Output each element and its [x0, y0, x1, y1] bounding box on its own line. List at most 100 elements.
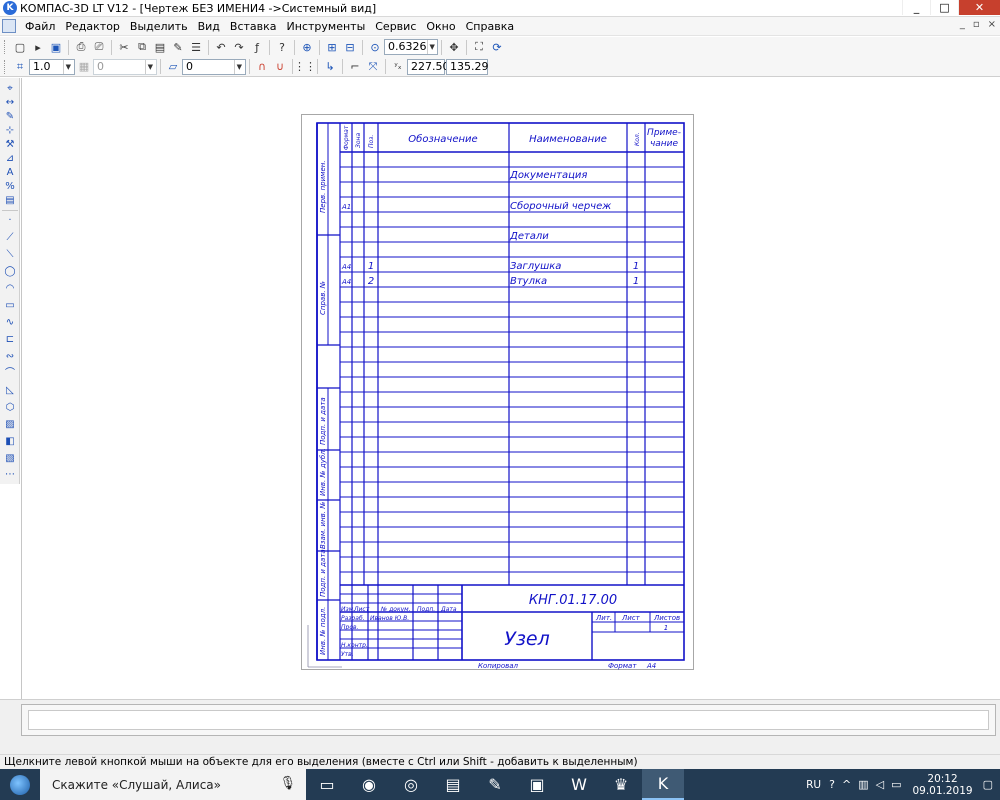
variables-icon[interactable]: ƒ: [249, 39, 265, 55]
local-cs-icon[interactable]: ↳: [322, 59, 338, 75]
search-box[interactable]: Скажите «Слушай, Алиса» 🎙: [40, 769, 306, 800]
point-icon[interactable]: ·: [3, 214, 17, 227]
network-icon[interactable]: ▥: [858, 778, 868, 791]
editing-panel-icon[interactable]: ⊹: [3, 124, 17, 137]
measure-panel-icon[interactable]: ⊿: [3, 152, 17, 165]
polyline-icon[interactable]: ⊏: [3, 333, 17, 346]
menu-file[interactable]: Файл: [20, 20, 60, 33]
file-explorer-icon[interactable]: ▤: [432, 769, 474, 800]
style-field[interactable]: 0 ▼: [182, 58, 246, 75]
help-pointer-icon[interactable]: ?: [274, 39, 290, 55]
start-button[interactable]: [0, 769, 40, 800]
menu-editor[interactable]: Редактор: [60, 20, 125, 33]
menu-service[interactable]: Сервис: [370, 20, 421, 33]
pan-icon[interactable]: ✥: [446, 39, 462, 55]
symbols-panel-icon[interactable]: ✎: [3, 110, 17, 123]
scale-icon[interactable]: ⌗: [12, 59, 28, 75]
selection-panel-icon[interactable]: A: [3, 166, 17, 179]
coord-x-field[interactable]: 227.50: [407, 58, 450, 75]
paint-icon[interactable]: ✎: [474, 769, 516, 800]
document-icon[interactable]: [2, 19, 16, 33]
microphone-icon[interactable]: 🎙: [279, 776, 296, 791]
menu-select[interactable]: Выделить: [125, 20, 193, 33]
save-icon[interactable]: ▣: [48, 39, 64, 55]
emblem-app-icon[interactable]: ♛: [600, 769, 642, 800]
discord-icon[interactable]: ◎: [390, 769, 432, 800]
notifications-icon[interactable]: ▢: [983, 778, 993, 791]
spec-panel-icon[interactable]: %: [3, 180, 17, 193]
chevron-down-icon[interactable]: ▼: [144, 59, 153, 74]
clock[interactable]: 20:12 09.01.2019: [912, 773, 972, 797]
parametrization-panel-icon[interactable]: ⚒: [3, 138, 17, 151]
ortho-mode-icon[interactable]: ⌐: [347, 59, 363, 75]
close-button[interactable]: ✕: [958, 0, 1000, 15]
keyboard-icon[interactable]: ▭: [891, 778, 901, 791]
network-app-icon[interactable]: ▣: [516, 769, 558, 800]
parameters-field[interactable]: [28, 710, 989, 730]
redo-icon[interactable]: ↷: [231, 39, 247, 55]
circle-icon[interactable]: ◯: [3, 265, 17, 278]
local-snap-icon[interactable]: ∪: [272, 59, 288, 75]
menu-window[interactable]: Окно: [421, 20, 460, 33]
undo-icon[interactable]: ↶: [213, 39, 229, 55]
more-tools-icon[interactable]: ⋯: [3, 468, 17, 481]
volume-icon[interactable]: ◁: [876, 778, 884, 791]
zoom-in-icon[interactable]: ⊞: [324, 39, 340, 55]
menu-insert[interactable]: Вставка: [225, 20, 282, 33]
zoom-window-icon[interactable]: ⊕: [299, 39, 315, 55]
chevron-up-icon[interactable]: ^: [842, 778, 851, 791]
print-preview-icon[interactable]: ⎙: [73, 39, 89, 55]
contour-icon[interactable]: ▧: [3, 452, 17, 465]
format-painter-icon[interactable]: ✎: [170, 39, 186, 55]
curve-icon[interactable]: ∾: [3, 350, 17, 363]
toolbar-grip[interactable]: [4, 40, 7, 54]
report-panel-icon[interactable]: ▤: [3, 194, 17, 207]
rectangle-icon[interactable]: ▭: [3, 299, 17, 312]
print-icon[interactable]: ⎚: [91, 39, 107, 55]
refresh-icon[interactable]: ⟳: [489, 39, 505, 55]
zoom-out-icon[interactable]: ⊟: [342, 39, 358, 55]
coord-y-field[interactable]: 135.29: [446, 58, 489, 75]
layer-field[interactable]: 0 ▼: [93, 58, 157, 75]
polygon-icon[interactable]: ⬡: [3, 401, 17, 414]
properties-icon[interactable]: ☰: [188, 39, 204, 55]
language-indicator[interactable]: RU: [806, 779, 821, 791]
kompas-taskbar-icon[interactable]: K: [642, 769, 684, 800]
chrome-icon[interactable]: ◉: [348, 769, 390, 800]
hatch-icon[interactable]: ▨: [3, 418, 17, 431]
fillet-icon[interactable]: ⌒: [3, 367, 17, 380]
menu-help[interactable]: Справка: [461, 20, 519, 33]
style-icon[interactable]: ▱: [165, 59, 181, 75]
maximize-button[interactable]: □: [930, 0, 958, 15]
task-view-icon[interactable]: ▭: [306, 769, 348, 800]
zoom-scale-icon[interactable]: ⊙: [367, 39, 383, 55]
fill-icon[interactable]: ◧: [3, 435, 17, 448]
chevron-down-icon[interactable]: ▼: [233, 59, 242, 74]
layer-icon[interactable]: ▦: [76, 59, 92, 75]
show-all-icon[interactable]: ⛶: [471, 39, 487, 55]
chamfer-icon[interactable]: ◺: [3, 384, 17, 397]
cut-icon[interactable]: ✂: [116, 39, 132, 55]
chevron-down-icon[interactable]: ▼: [62, 59, 71, 74]
copy-icon[interactable]: ⧉: [134, 39, 150, 55]
zoom-value-field[interactable]: 0.6326 ▼: [384, 39, 438, 55]
arc-icon[interactable]: ◠: [3, 282, 17, 295]
new-file-icon[interactable]: ▢: [12, 39, 28, 55]
menu-view[interactable]: Вид: [193, 20, 225, 33]
mdi-minimize-button[interactable]: _: [960, 19, 965, 30]
parametric-mode-icon[interactable]: ⤧: [365, 59, 381, 75]
mdi-restore-button[interactable]: ▫: [973, 19, 980, 30]
magnet-icon[interactable]: ∩: [254, 59, 270, 75]
spline-icon[interactable]: ∿: [3, 316, 17, 329]
drawing-sheet[interactable]: Формат Зона Поз. Обозначение Наименовани…: [301, 114, 694, 670]
segment-icon[interactable]: ⟋: [3, 231, 17, 244]
aux-line-icon[interactable]: ⟍: [3, 248, 17, 261]
open-file-icon[interactable]: ▸: [30, 39, 46, 55]
kompas-app-icon[interactable]: K: [3, 1, 17, 15]
menu-tools[interactable]: Инструменты: [282, 20, 371, 33]
scale-field[interactable]: 1.0 ▼: [29, 58, 75, 75]
minimize-button[interactable]: _: [902, 0, 930, 15]
help-tray-icon[interactable]: ?: [829, 778, 835, 791]
geometry-panel-icon[interactable]: ⌖: [3, 82, 17, 95]
word-icon[interactable]: W: [558, 769, 600, 800]
